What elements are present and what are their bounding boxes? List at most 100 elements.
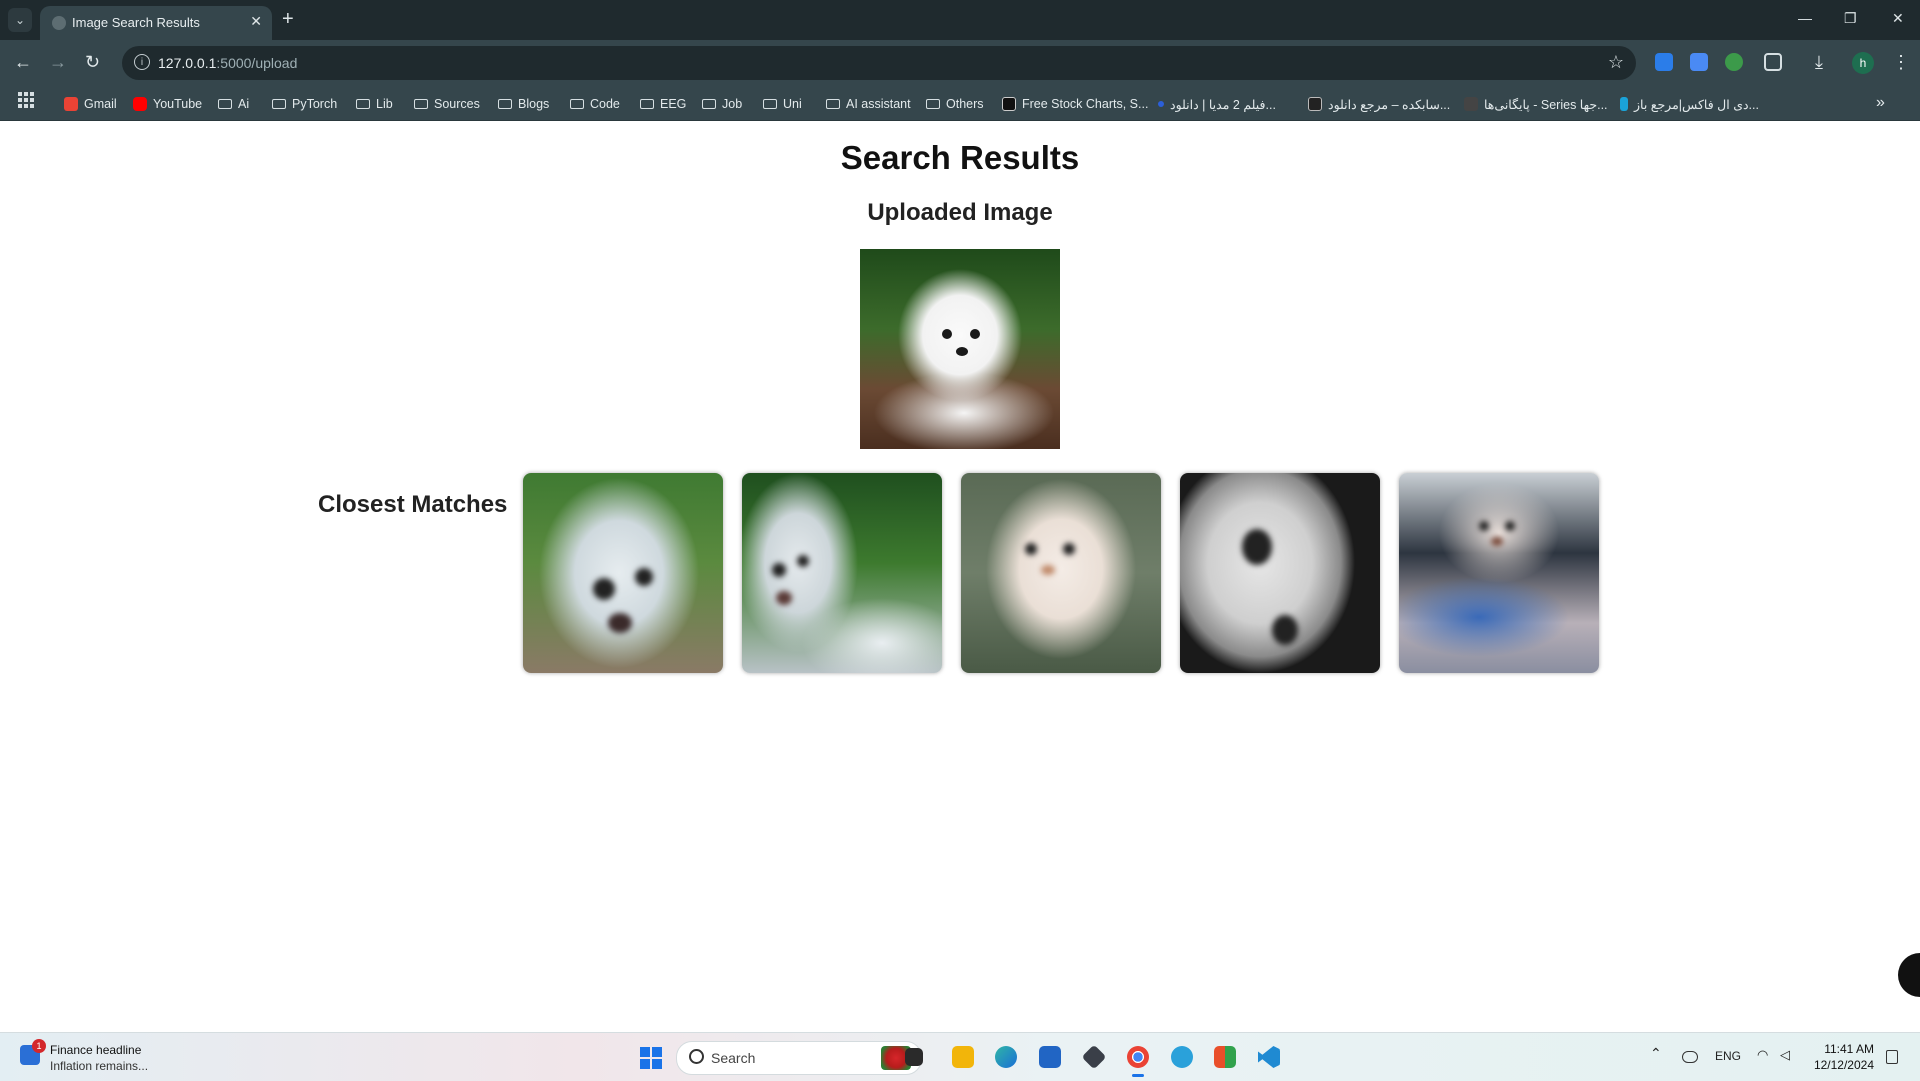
dog-eye [797,555,809,567]
gmail-icon [64,97,78,111]
tab-search-button[interactable]: ⌄ [8,8,32,32]
bookmark-subkade[interactable]: سابکده – مرجع دانلود... [1308,95,1450,113]
page-title: Search Results [840,139,1080,176]
close-window-icon[interactable]: ✕ [1892,10,1904,27]
notifications-icon[interactable] [1886,1050,1898,1064]
dog-nose [608,613,632,633]
store-icon[interactable] [1039,1046,1061,1068]
bookmark-label: Gmail [84,97,117,111]
match-image-3[interactable] [961,473,1161,673]
site-info-icon[interactable]: i [134,54,150,70]
bookmark-star-icon[interactable]: ☆ [1608,52,1624,73]
active-tab[interactable]: Image Search Results ✕ [40,6,272,40]
app-grid-icon[interactable] [1214,1046,1236,1068]
bookmark-label: Lib [376,97,393,111]
restore-icon[interactable]: ❐ [1844,10,1857,27]
app-cube-icon[interactable] [1081,1044,1107,1070]
bookmark-gmail[interactable]: Gmail [64,95,117,113]
bookmark-uni[interactable]: Uni [763,95,802,113]
dog-eye [970,329,980,339]
edge-icon[interactable] [995,1046,1017,1068]
menu-icon[interactable]: ⋮ [1892,51,1910,73]
downloads-icon[interactable]: ⤓ [1815,51,1823,73]
match-image-2[interactable] [742,473,942,673]
more-bookmarks-chevron-icon[interactable]: » [1876,94,1885,112]
folder-icon [763,99,777,109]
telegram-icon[interactable] [1171,1046,1193,1068]
bookmark-film2media[interactable]: فیلم 2 مدیا | دانلود... [1158,95,1276,113]
bookmark-label: YouTube [153,97,203,111]
bookmark-blogs[interactable]: Blogs [498,95,549,113]
site-icon [1308,97,1322,111]
closest-matches-heading: Closest Matches [318,491,508,518]
wifi-icon[interactable]: ◠ [1757,1047,1768,1063]
bookmark-lib[interactable]: Lib [356,95,393,113]
taskbar-search-box[interactable]: Search [676,1041,922,1075]
uploaded-image-heading: Uploaded Image [867,199,1053,226]
bookmark-label: Others [946,97,984,111]
bookmark-tradingview[interactable]: Free Stock Charts, S... [1002,95,1148,113]
bookmark-dlfox[interactable]: دی ال فاکس|مرجع باز... [1620,95,1759,113]
bookmark-job[interactable]: Job [702,95,742,113]
widget-subtitle: Inflation remains... [50,1059,149,1073]
minimize-icon[interactable]: — [1798,10,1812,26]
file-explorer-icon[interactable] [952,1046,974,1068]
tray-overflow-chevron-icon[interactable]: ⌃ [1650,1045,1662,1062]
extensions-puzzle-icon[interactable] [1764,53,1782,71]
dog-nose [776,591,792,605]
bookmark-others[interactable]: Others [926,95,984,113]
dog-eye [1242,529,1272,565]
onedrive-icon[interactable] [1682,1051,1698,1063]
widget-title: Finance headline [50,1043,142,1057]
language-indicator[interactable]: ENG [1715,1049,1741,1063]
translate-extension-icon[interactable] [1690,53,1708,71]
chrome-icon[interactable] [1127,1046,1149,1077]
forward-button[interactable]: → [49,51,67,73]
bookmark-ai-assistant[interactable]: AI assistant [826,95,911,113]
extension-3-icon[interactable] [1725,53,1743,71]
taskbar: 1 Finance headline Inflation remains... … [0,1032,1920,1081]
site-icon [1158,101,1164,107]
dog-nose [1272,615,1298,645]
bookmark-eeg[interactable]: EEG [640,95,686,113]
bookmark-label: Ai [238,97,250,111]
profile-avatar[interactable]: h [1852,52,1874,74]
folder-icon [218,99,232,109]
dog-eye [1479,521,1489,531]
match-image-5[interactable] [1399,473,1599,673]
dog-eye [593,578,615,600]
apps-grid-icon[interactable] [18,92,34,108]
dog-eye [1505,521,1515,531]
match-image-1[interactable] [523,473,723,673]
browser-tab-bar: ⌄ Image Search Results ✕ + — ❐ ✕ [0,0,1920,40]
bookmark-code[interactable]: Code [570,95,620,113]
bookmark-label: Job [722,97,743,111]
clock[interactable]: 11:41 AM 12/12/2024 [1804,1041,1874,1073]
bookmark-label: سابکده – مرجع دانلود... [1328,97,1451,112]
bookmark-pytorch[interactable]: PyTorch [272,95,337,113]
dog-eye [942,329,952,339]
match-image-4[interactable] [1180,473,1380,673]
youtube-icon [133,97,147,111]
task-view-icon[interactable] [905,1048,923,1066]
start-windows-icon[interactable] [640,1047,662,1069]
site-icon [1464,97,1478,111]
extension-1-icon[interactable] [1655,53,1673,71]
reload-button[interactable]: ↻ [85,51,100,73]
tab-close-icon[interactable]: ✕ [250,13,262,30]
bookmark-label: PyTorch [292,97,338,111]
bookmark-ai[interactable]: Ai [218,95,249,113]
volume-icon[interactable]: ◁ [1780,1047,1790,1063]
bookmark-youtube[interactable]: YouTube [133,95,202,113]
url-text[interactable]: 127.0.0.1:5000/upload [158,55,297,71]
back-button[interactable]: ← [14,51,32,73]
bookmark-sources[interactable]: Sources [414,95,480,113]
vscode-icon[interactable] [1258,1046,1280,1068]
notification-badge: 1 [32,1039,46,1053]
uploaded-image [860,249,1060,449]
floating-action-button[interactable] [1898,953,1920,997]
new-tab-button[interactable]: + [282,8,294,30]
bookmark-series[interactable]: پایگانی‌ها - Series جها... [1464,95,1608,113]
bookmark-label: AI assistant [846,97,911,111]
address-bar[interactable]: i 127.0.0.1:5000/upload ☆ [122,46,1636,80]
